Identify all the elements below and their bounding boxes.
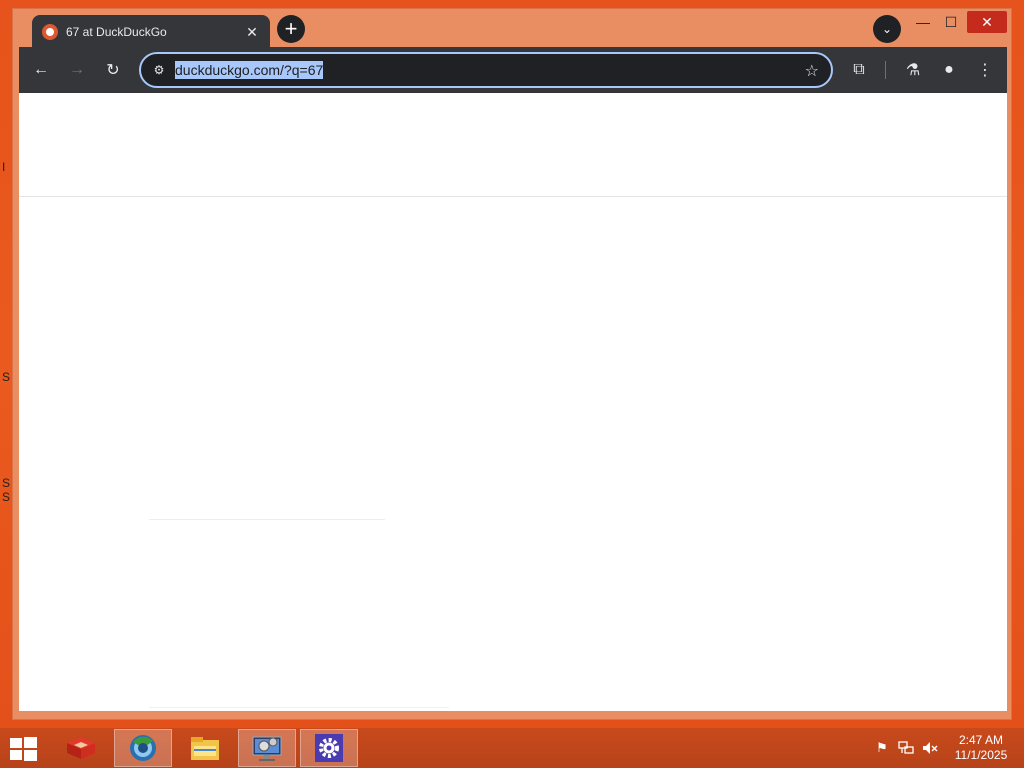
system-clock[interactable]: 2:47 AM 11/1/2025 <box>948 733 1014 763</box>
system-monitor-icon[interactable] <box>238 729 296 767</box>
bookmark-star-icon[interactable]: ☆ <box>805 61 819 81</box>
network-icon[interactable] <box>898 740 914 756</box>
site-info-icon[interactable]: ⚙ <box>149 60 169 80</box>
labs-icon[interactable]: ⚗ <box>899 56 927 84</box>
tab-title: 67 at DuckDuckGo <box>66 25 167 39</box>
desktop-icon-label-partial: I <box>2 160 6 174</box>
tab-strip: 67 at DuckDuckGo ✕ + ⌄ — ☐ ✕ <box>13 9 1011 49</box>
profile-icon[interactable]: ● <box>935 56 963 84</box>
close-window-button[interactable]: ✕ <box>967 11 1007 33</box>
new-tab-button[interactable]: + <box>277 15 305 43</box>
menu-icon[interactable]: ⋮ <box>971 56 999 84</box>
action-center-flag-icon[interactable]: ⚑ <box>874 740 890 756</box>
desktop-icon-label-partial: S <box>2 490 11 504</box>
volume-muted-icon[interactable] <box>922 740 938 756</box>
clock-date: 11/1/2025 <box>954 748 1008 762</box>
back-button[interactable]: ← <box>27 56 55 84</box>
browser-icon[interactable] <box>114 729 172 767</box>
red-app-icon[interactable] <box>52 729 110 767</box>
desktop-icon-label-partial: S <box>2 370 11 384</box>
reload-button[interactable]: ↻ <box>99 56 127 84</box>
page-content[interactable] <box>19 93 1007 711</box>
settings-gear-icon[interactable] <box>300 729 358 767</box>
address-bar[interactable]: ⚙ duckduckgo.com/?q=67 ☆ <box>139 52 833 88</box>
duckduckgo-icon <box>42 24 58 40</box>
extensions-icon[interactable]: ⧉ <box>845 56 873 84</box>
browser-window: 67 at DuckDuckGo ✕ + ⌄ — ☐ ✕ ← → ↻ ⚙ duc… <box>12 8 1012 720</box>
loading-placeholder-line <box>149 519 385 520</box>
tab-search-button[interactable]: ⌄ <box>873 15 901 43</box>
taskbar: ⚑ 2:47 AM 11/1/2025 <box>0 728 1024 768</box>
clock-time: 2:47 AM <box>958 733 1004 747</box>
start-button[interactable] <box>8 736 38 762</box>
toolbar-divider <box>885 61 886 79</box>
forward-button[interactable]: → <box>63 56 91 84</box>
tab-close-icon[interactable]: ✕ <box>244 24 260 40</box>
page-header-divider <box>19 196 1007 197</box>
address-bar-url[interactable]: duckduckgo.com/?q=67 <box>175 61 324 79</box>
loading-placeholder-line <box>149 707 449 708</box>
desktop-icon-label-partial: S <box>2 476 11 490</box>
file-explorer-icon[interactable] <box>176 729 234 767</box>
browser-toolbar: ← → ↻ ⚙ duckduckgo.com/?q=67 ☆ ⧉ ⚗ ● ⋮ <box>19 47 1007 93</box>
tab-duckduckgo[interactable]: 67 at DuckDuckGo ✕ <box>32 15 270 49</box>
maximize-button[interactable]: ☐ <box>935 11 967 33</box>
